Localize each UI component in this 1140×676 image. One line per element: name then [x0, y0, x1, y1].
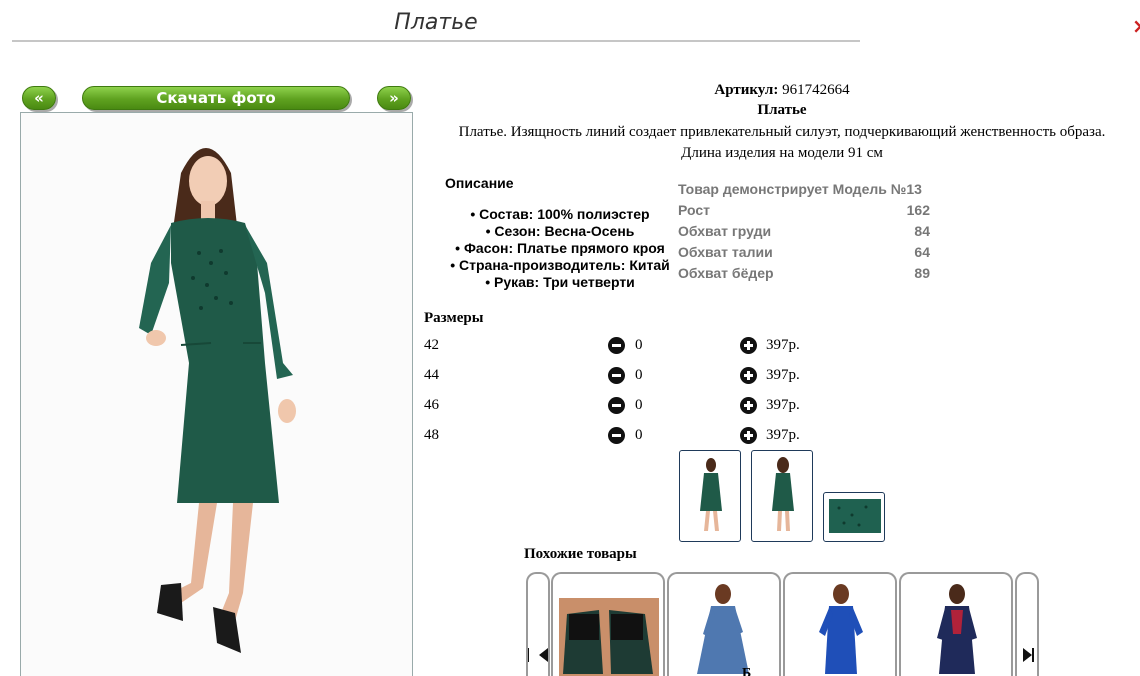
product-description: Платье. Изящность линий создает привлека… — [432, 122, 1132, 164]
photo-thumbnail-front[interactable] — [679, 450, 741, 542]
description-line-1: Платье. Изящность линий создает привлека… — [458, 124, 1106, 140]
sizes-heading: Размеры — [424, 310, 484, 326]
similar-product-card[interactable] — [899, 572, 1013, 676]
plus-circle-icon[interactable] — [740, 397, 757, 414]
similar-product-card[interactable] — [551, 572, 665, 676]
model-row-label: Обхват груди — [678, 223, 772, 239]
minus-circle-icon[interactable] — [608, 367, 625, 384]
model-row-value: 89 — [914, 265, 930, 281]
size-row: 44 0 397р. — [424, 365, 844, 389]
model-row-label: Рост — [678, 202, 710, 218]
plus-circle-icon[interactable] — [740, 427, 757, 444]
size-row: 48 0 397р. — [424, 425, 844, 449]
similar-product-card[interactable] — [667, 572, 781, 676]
model-row-value: 64 — [914, 244, 930, 260]
minus-circle-icon[interactable] — [608, 397, 625, 414]
properties-list: • Состав: 100% полиэстер • Сезон: Весна-… — [432, 206, 688, 291]
similar-product-image — [697, 584, 749, 674]
plus-circle-icon[interactable] — [740, 367, 757, 384]
similar-product-image — [559, 598, 659, 676]
model-row: Обхват груди 84 — [678, 223, 930, 244]
model-in-dress-image — [21, 113, 412, 676]
property-item: • Фасон: Платье прямого кроя — [455, 240, 665, 256]
quantity-value: 0 — [635, 397, 643, 413]
property-item: • Рукав: Три четверти — [485, 274, 635, 290]
download-photo-button[interactable]: Скачать фото — [82, 86, 350, 110]
quantity-value: 0 — [635, 427, 643, 443]
description-line-2: Длина изделия на модели 91 см — [681, 145, 883, 161]
size-row: 46 0 397р. — [424, 395, 844, 419]
minus-circle-icon[interactable] — [608, 337, 625, 354]
article-value: 961742664 — [782, 82, 850, 98]
model-row-value: 84 — [914, 223, 930, 239]
clipped-text: Б — [742, 666, 752, 676]
minus-circle-icon[interactable] — [608, 427, 625, 444]
quantity-value: 0 — [635, 367, 643, 383]
article-label: Артикул: — [714, 82, 779, 98]
description-heading: Описание — [445, 175, 514, 191]
thumbnail-image — [829, 499, 881, 533]
size-value: 44 — [424, 367, 439, 383]
plus-circle-icon[interactable] — [740, 337, 757, 354]
model-row: Рост 162 — [678, 202, 930, 223]
size-value: 46 — [424, 397, 439, 413]
photo-thumbnail-fabric[interactable] — [823, 492, 885, 542]
carousel-prev-icon — [528, 648, 548, 662]
model-row-value: 162 — [906, 202, 930, 218]
model-heading: Товар демонстрирует Модель №13 — [678, 181, 922, 197]
thumbnail-image — [700, 458, 722, 531]
model-row-label: Обхват бёдер — [678, 265, 774, 281]
photo-thumbnail-back[interactable] — [751, 450, 813, 542]
title-divider — [12, 40, 860, 42]
size-value: 48 — [424, 427, 439, 443]
size-price: 397р. — [766, 337, 800, 353]
similar-product-image — [937, 584, 977, 674]
size-row: 42 0 397р. — [424, 335, 844, 359]
model-row: Обхват бёдер 89 — [678, 265, 930, 286]
similar-product-card[interactable] — [783, 572, 897, 676]
size-value: 42 — [424, 337, 439, 353]
model-measurements: Товар демонстрирует Модель №13 Рост 162 … — [678, 181, 930, 286]
property-item: • Сезон: Весна-Осень — [485, 223, 635, 239]
size-price: 397р. — [766, 397, 800, 413]
size-price: 397р. — [766, 367, 800, 383]
similar-products-heading: Похожие товары — [524, 546, 637, 562]
article-line: Артикул: 961742664 — [432, 82, 1132, 99]
prev-photo-button[interactable]: « — [22, 86, 56, 110]
quantity-value: 0 — [635, 337, 643, 353]
page-title: Платье — [394, 10, 478, 35]
product-name: Платье — [757, 102, 807, 118]
similar-product-image — [819, 584, 863, 674]
property-item: • Состав: 100% полиэстер — [470, 206, 650, 222]
property-item: • Страна-производитель: Китай — [450, 257, 670, 273]
next-photo-button[interactable]: » — [377, 86, 411, 110]
close-icon[interactable]: × — [1132, 14, 1140, 38]
model-row-label: Обхват талии — [678, 244, 773, 260]
carousel-prev-button[interactable] — [526, 572, 550, 676]
thumbnail-image — [772, 457, 794, 531]
main-product-photo[interactable] — [20, 112, 413, 676]
size-price: 397р. — [766, 427, 800, 443]
carousel-next-button[interactable] — [1015, 572, 1039, 676]
model-row: Обхват талии 64 — [678, 244, 930, 265]
carousel-next-icon — [1023, 648, 1034, 662]
